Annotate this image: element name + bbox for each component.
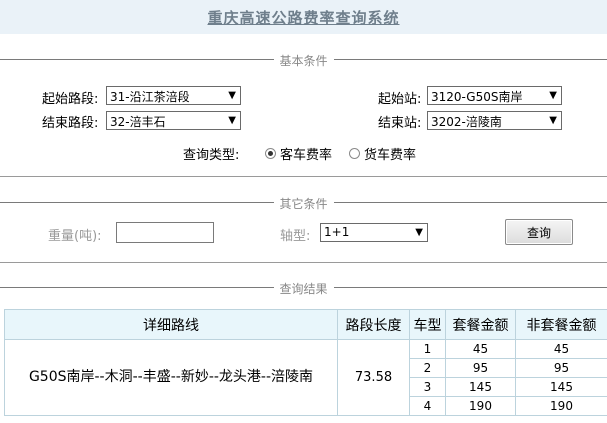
non-package-cell: 95 bbox=[515, 358, 607, 378]
package-cell: 45 bbox=[445, 339, 516, 359]
end-station-label: 结束站: bbox=[378, 116, 422, 131]
radio-passenger[interactable]: 客车费率 bbox=[265, 144, 332, 163]
start-section-select[interactable]: 31-沿江茶涪段 ▼ bbox=[106, 86, 241, 105]
end-section-value: 32-涪丰石 bbox=[110, 115, 166, 129]
vehicle-type-cell: 3 bbox=[409, 377, 446, 397]
result-table: 详细路线 路段长度 车型 套餐金额 非套餐金额 G50S南岸--木洞--丰盛--… bbox=[4, 309, 607, 416]
header-package: 套餐金额 bbox=[445, 309, 516, 340]
vehicle-type-cell: 4 bbox=[409, 396, 446, 416]
query-button[interactable]: 查询 bbox=[505, 219, 573, 245]
package-cell: 95 bbox=[445, 358, 516, 378]
non-package-cell: 45 bbox=[515, 339, 607, 359]
start-station-value: 3120-G50S南岸 bbox=[431, 90, 523, 104]
package-cell: 190 bbox=[445, 396, 516, 416]
radio-freight[interactable]: 货车费率 bbox=[349, 144, 416, 163]
end-section-select[interactable]: 32-涪丰石 ▼ bbox=[106, 111, 241, 130]
non-package-cell: 145 bbox=[515, 377, 607, 397]
weight-label: 重量(吨): bbox=[48, 229, 102, 244]
radio-passenger-label: 客车费率 bbox=[280, 148, 333, 163]
vehicle-type-cell: 2 bbox=[409, 358, 446, 378]
start-section-value: 31-沿江茶涪段 bbox=[110, 90, 190, 104]
end-station-value: 3202-涪陵南 bbox=[431, 115, 502, 129]
chevron-down-icon: ▼ bbox=[549, 90, 557, 101]
vehicle-type-cell: 1 bbox=[409, 339, 446, 359]
query-type-label: 查询类型: bbox=[183, 148, 240, 163]
section-basic-label: 基本条件 bbox=[273, 52, 334, 69]
axle-value: 1+1 bbox=[324, 225, 350, 239]
package-cell: 145 bbox=[445, 377, 516, 397]
start-station-select[interactable]: 3120-G50S南岸 ▼ bbox=[427, 86, 562, 105]
length-cell: 73.58 bbox=[337, 339, 410, 416]
header-length: 路段长度 bbox=[337, 309, 410, 340]
section-results-label: 查询结果 bbox=[273, 280, 334, 297]
axle-select[interactable]: 1+1 ▼ bbox=[320, 223, 428, 242]
divider bbox=[0, 262, 607, 263]
end-station-select[interactable]: 3202-涪陵南 ▼ bbox=[427, 111, 562, 130]
end-section-label: 结束路段: bbox=[42, 116, 99, 131]
header-route: 详细路线 bbox=[4, 309, 338, 340]
page-title: 重庆高速公路费率查询系统 bbox=[207, 8, 400, 27]
route-cell: G50S南岸--木洞--丰盛--新妙--龙头港--涪陵南 bbox=[4, 339, 338, 416]
chevron-down-icon: ▼ bbox=[228, 90, 236, 101]
radio-freight-label: 货车费率 bbox=[364, 148, 417, 163]
chevron-down-icon: ▼ bbox=[415, 227, 423, 238]
section-other-label: 其它条件 bbox=[273, 195, 334, 212]
section-other: 其它条件 bbox=[0, 195, 607, 212]
query-button-label: 查询 bbox=[526, 225, 551, 240]
table-row: G50S南岸--木洞--丰盛--新妙--龙头港--涪陵南 73.58 1 45 … bbox=[4, 339, 607, 416]
weight-input[interactable] bbox=[116, 222, 214, 243]
axle-label: 轴型: bbox=[280, 229, 311, 244]
chevron-down-icon: ▼ bbox=[228, 115, 236, 126]
header-non-package: 非套餐金额 bbox=[515, 309, 607, 340]
non-package-cell: 190 bbox=[515, 396, 607, 416]
table-header-row: 详细路线 路段长度 车型 套餐金额 非套餐金额 bbox=[4, 309, 607, 340]
section-results: 查询结果 bbox=[0, 280, 607, 297]
title-bar: 重庆高速公路费率查询系统 bbox=[0, 0, 607, 34]
start-station-label: 起始站: bbox=[378, 92, 422, 107]
radio-passenger-button[interactable] bbox=[265, 148, 276, 159]
section-basic: 基本条件 bbox=[0, 52, 607, 69]
divider bbox=[0, 176, 607, 177]
start-section-label: 起始路段: bbox=[42, 92, 99, 107]
header-vehicle-type: 车型 bbox=[409, 309, 446, 340]
radio-freight-button[interactable] bbox=[349, 148, 360, 159]
chevron-down-icon: ▼ bbox=[549, 115, 557, 126]
